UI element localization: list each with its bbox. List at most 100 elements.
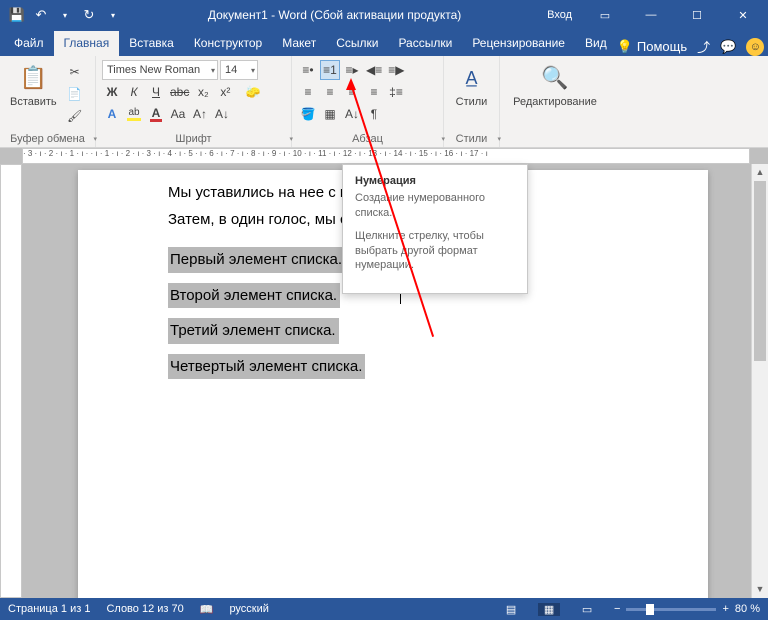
editing-button[interactable]: 🔍 Редактирование [506,60,604,110]
tab-insert[interactable]: Вставка [119,31,184,56]
justify-button[interactable]: ≡ [364,82,384,102]
show-marks-button[interactable]: ¶ [364,104,384,124]
status-language[interactable]: русский [229,603,268,615]
statusbar: Страница 1 из 1 Слово 12 из 70 📖 русский… [0,598,768,620]
maximize-icon[interactable]: ☐ [676,0,718,30]
subscript-button[interactable]: x₂ [193,82,213,102]
tab-layout[interactable]: Макет [272,31,326,56]
format-painter-icon[interactable]: 🖌 [65,106,85,126]
group-clipboard: 📋 Вставить ✂ 📄 🖌 Буфер обмена [0,56,96,147]
clear-formatting-icon[interactable]: 🧽 [243,82,263,102]
change-case-button[interactable]: Aa [168,104,188,124]
vertical-scrollbar[interactable]: ▲ ▼ [751,164,768,598]
tab-design[interactable]: Конструктор [184,31,272,56]
shrink-font-button[interactable]: A↓ [212,104,232,124]
ribbon: 📋 Вставить ✂ 📄 🖌 Буфер обмена Times New … [0,56,768,148]
strikethrough-button[interactable]: abc [168,82,191,102]
bold-button[interactable]: Ж [102,82,122,102]
borders-button[interactable]: ▦ [320,104,340,124]
scroll-down-icon[interactable]: ▼ [752,581,768,598]
ribbon-tabs: Файл Главная Вставка Конструктор Макет С… [0,30,768,56]
dropdown-icon[interactable]: ▾ [56,6,74,24]
tooltip-title: Нумерация [355,175,515,187]
read-mode-icon[interactable]: ▤ [500,603,522,616]
line-spacing-button[interactable]: ‡≡ [386,82,406,102]
tooltip-text: Щелкните стрелку, чтобы выбрать другой ф… [355,229,515,274]
tab-home[interactable]: Главная [54,31,120,56]
tab-review[interactable]: Рецензирование [462,31,575,56]
paste-icon: 📋 [17,62,49,94]
tab-references[interactable]: Ссылки [326,31,388,56]
grow-font-button[interactable]: A↑ [190,104,210,124]
group-clipboard-label: Буфер обмена [6,131,89,145]
zoom-knob[interactable] [646,604,654,615]
decrease-indent-button[interactable]: ◀≡ [364,60,384,80]
share-icon[interactable]: ⤴ [697,37,710,56]
help-label: Помощь [637,39,687,54]
redo-icon[interactable]: ↻ [80,6,98,24]
find-icon: 🔍 [539,62,571,94]
group-styles: A̲ Стили Стили [444,56,500,147]
text-effects-icon[interactable]: A [102,104,122,124]
undo-icon[interactable]: ↶ [32,6,50,24]
status-words[interactable]: Слово 12 из 70 [106,603,183,615]
vertical-ruler[interactable] [0,164,22,598]
save-icon[interactable]: 💾 [8,6,26,24]
proofing-icon[interactable]: 📖 [200,603,214,616]
ribbon-display-icon[interactable]: ▭ [584,0,626,30]
close-icon[interactable]: ✕ [722,0,764,30]
list-item[interactable]: Четвертый элемент списка. [168,354,365,380]
paste-label: Вставить [10,96,57,108]
superscript-button[interactable]: x² [215,82,235,102]
feedback-icon[interactable]: ☺ [746,38,764,56]
font-size-select[interactable]: 14 [220,60,258,80]
underline-button[interactable]: Ч [146,82,166,102]
scroll-up-icon[interactable]: ▲ [752,164,768,181]
list-item[interactable]: Второй элемент списка. [168,283,340,309]
styles-label: Стили [456,96,488,108]
list-item[interactable]: Первый элемент списка. [168,247,345,273]
zoom-slider[interactable] [626,608,716,611]
group-font-label: Шрифт [102,131,285,145]
comments-icon[interactable]: 💬 [720,39,736,55]
multilevel-list-button[interactable]: ≡▸ [342,60,362,80]
lightbulb-icon: 💡 [617,39,633,55]
italic-button[interactable]: К [124,82,144,102]
align-left-button[interactable]: ≡ [298,82,318,102]
styles-button[interactable]: A̲ Стили [450,60,493,110]
scroll-thumb[interactable] [754,181,766,361]
styles-icon: A̲ [456,62,488,94]
shading-button[interactable]: 🪣 [298,104,318,124]
qat-customize-icon[interactable]: ▾ [104,6,122,24]
annotation-arrow-icon [346,78,356,90]
zoom-control[interactable]: − + 80 % [614,603,760,615]
tab-view[interactable]: Вид [575,31,617,56]
highlight-button[interactable]: ab [124,104,144,124]
minimize-icon[interactable]: — [630,0,672,30]
numbering-button[interactable]: ≡1 [320,60,340,80]
bullets-button[interactable]: ≡• [298,60,318,80]
copy-icon[interactable]: 📄 [65,84,85,104]
window-title: Документ1 - Word (Сбой активации продукт… [130,8,539,22]
status-page[interactable]: Страница 1 из 1 [8,603,90,615]
font-color-button[interactable]: A [146,104,166,124]
font-family-select[interactable]: Times New Roman [102,60,218,80]
paste-button[interactable]: 📋 Вставить [6,60,61,110]
list-item[interactable]: Третий элемент списка. [168,318,339,344]
zoom-out-icon[interactable]: − [614,603,620,615]
web-layout-icon[interactable]: ▭ [576,603,598,616]
align-center-button[interactable]: ≡ [320,82,340,102]
zoom-in-icon[interactable]: + [722,603,728,615]
group-editing: 🔍 Редактирование . [500,56,610,147]
print-layout-icon[interactable]: ▦ [538,603,560,616]
zoom-level[interactable]: 80 % [735,603,760,615]
tab-file[interactable]: Файл [4,31,54,56]
signin-button[interactable]: Вход [539,0,580,30]
tab-mailings[interactable]: Рассылки [388,31,462,56]
tell-me-button[interactable]: 💡 Помощь [617,39,687,55]
increase-indent-button[interactable]: ≡▶ [386,60,406,80]
ruler-ticks: · 3 · ı · 2 · ı · 1 · ı · · ı · 1 · ı · … [23,149,749,163]
group-styles-label: Стили [450,131,493,145]
cut-icon[interactable]: ✂ [65,62,85,82]
horizontal-ruler[interactable]: · 3 · ı · 2 · ı · 1 · ı · · ı · 1 · ı · … [22,148,750,164]
